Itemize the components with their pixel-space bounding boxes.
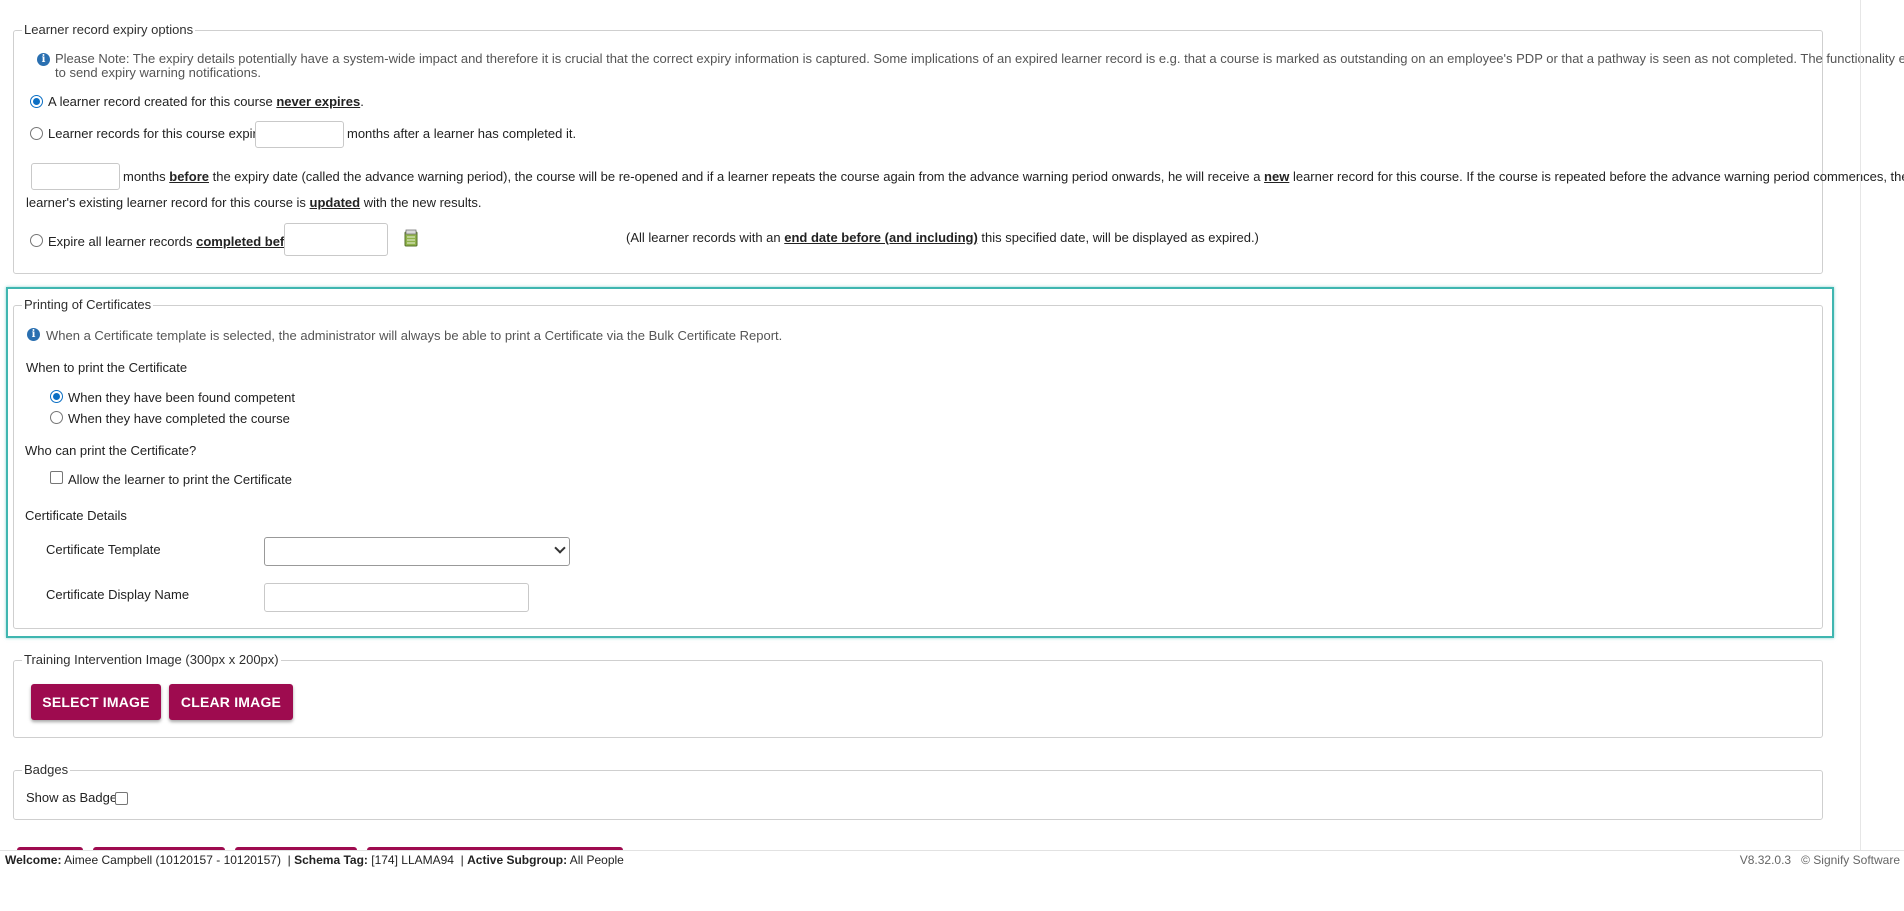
- image-panel: Training Intervention Image (300px x 200…: [13, 652, 1823, 738]
- clear-image-button[interactable]: CLEAR IMAGE: [169, 684, 293, 720]
- info-icon: i: [27, 328, 40, 341]
- scroll-track[interactable]: [1860, 0, 1861, 850]
- allow-learner-print-checkbox[interactable]: [50, 471, 63, 484]
- advance-warning-input[interactable]: [31, 163, 120, 190]
- when-to-print-label: When to print the Certificate: [26, 360, 188, 375]
- completed-course-label[interactable]: When they have completed the course: [68, 411, 290, 426]
- found-competent-radio[interactable]: [50, 390, 63, 403]
- certificates-legend: Printing of Certificates: [22, 297, 154, 313]
- found-competent-label[interactable]: When they have been found competent: [68, 390, 295, 405]
- expire-after-months-label[interactable]: Learner records for this course expire: [48, 126, 264, 141]
- who-can-print-label: Who can print the Certificate?: [25, 443, 197, 458]
- completed-before-hint: (All learner records with an end date be…: [626, 230, 1259, 245]
- allow-learner-print-label[interactable]: Allow the learner to print the Certifica…: [68, 472, 292, 487]
- expire-completed-before-radio[interactable]: [30, 234, 43, 247]
- expire-completed-before-label[interactable]: Expire all learner records completed bef…: [48, 234, 304, 249]
- calendar-icon[interactable]: [404, 229, 418, 247]
- expiry-options-panel: Learner record expiry options i Please N…: [13, 22, 1904, 274]
- status-info: Welcome: Aimee Campbell (10120157 - 1012…: [5, 853, 624, 867]
- certificate-display-name-label: Certificate Display Name: [46, 587, 190, 602]
- badges-legend: Badges: [22, 762, 71, 778]
- never-expires-label[interactable]: A learner record created for this course…: [48, 94, 364, 109]
- certificate-template-label: Certificate Template: [46, 542, 161, 557]
- info-icon: i: [37, 53, 50, 66]
- show-as-badge-label: Show as Badge: [26, 790, 118, 805]
- expire-months-suffix: months after a learner has completed it.: [347, 126, 577, 141]
- certificate-details-label: Certificate Details: [25, 508, 127, 523]
- certificate-template-select[interactable]: [264, 537, 570, 566]
- never-expires-radio[interactable]: [30, 95, 43, 108]
- select-image-button[interactable]: SELECT IMAGE: [31, 684, 161, 720]
- expire-months-input[interactable]: [255, 121, 344, 148]
- completed-course-radio[interactable]: [50, 411, 63, 424]
- image-legend: Training Intervention Image (300px x 200…: [22, 652, 281, 668]
- completed-before-date-input[interactable]: [284, 223, 388, 256]
- advance-warning-text-line1: months before the expiry date (called th…: [123, 169, 1904, 184]
- chevron-down-icon: [554, 542, 566, 554]
- certificate-display-name-input[interactable]: [264, 583, 529, 612]
- advance-warning-text-line2: learner's existing learner record for th…: [26, 195, 482, 210]
- certificates-note: When a Certificate template is selected,…: [46, 328, 783, 343]
- expire-after-months-radio[interactable]: [30, 127, 43, 140]
- course-settings-page: Learner record expiry options i Please N…: [0, 0, 1904, 851]
- expiry-options-legend: Learner record expiry options: [22, 22, 196, 38]
- show-as-badge-checkbox[interactable]: [115, 792, 128, 805]
- certificates-panel: Printing of Certificates i When a Certif…: [13, 297, 1823, 629]
- version-info: V8.32.0.3 © Signify Software: [1739, 853, 1900, 867]
- status-bar: Welcome: Aimee Campbell (10120157 - 1012…: [0, 850, 1904, 911]
- badges-panel: Badges Show as Badge: [13, 762, 1823, 820]
- expiry-note: Please Note: The expiry details potentia…: [55, 51, 1904, 80]
